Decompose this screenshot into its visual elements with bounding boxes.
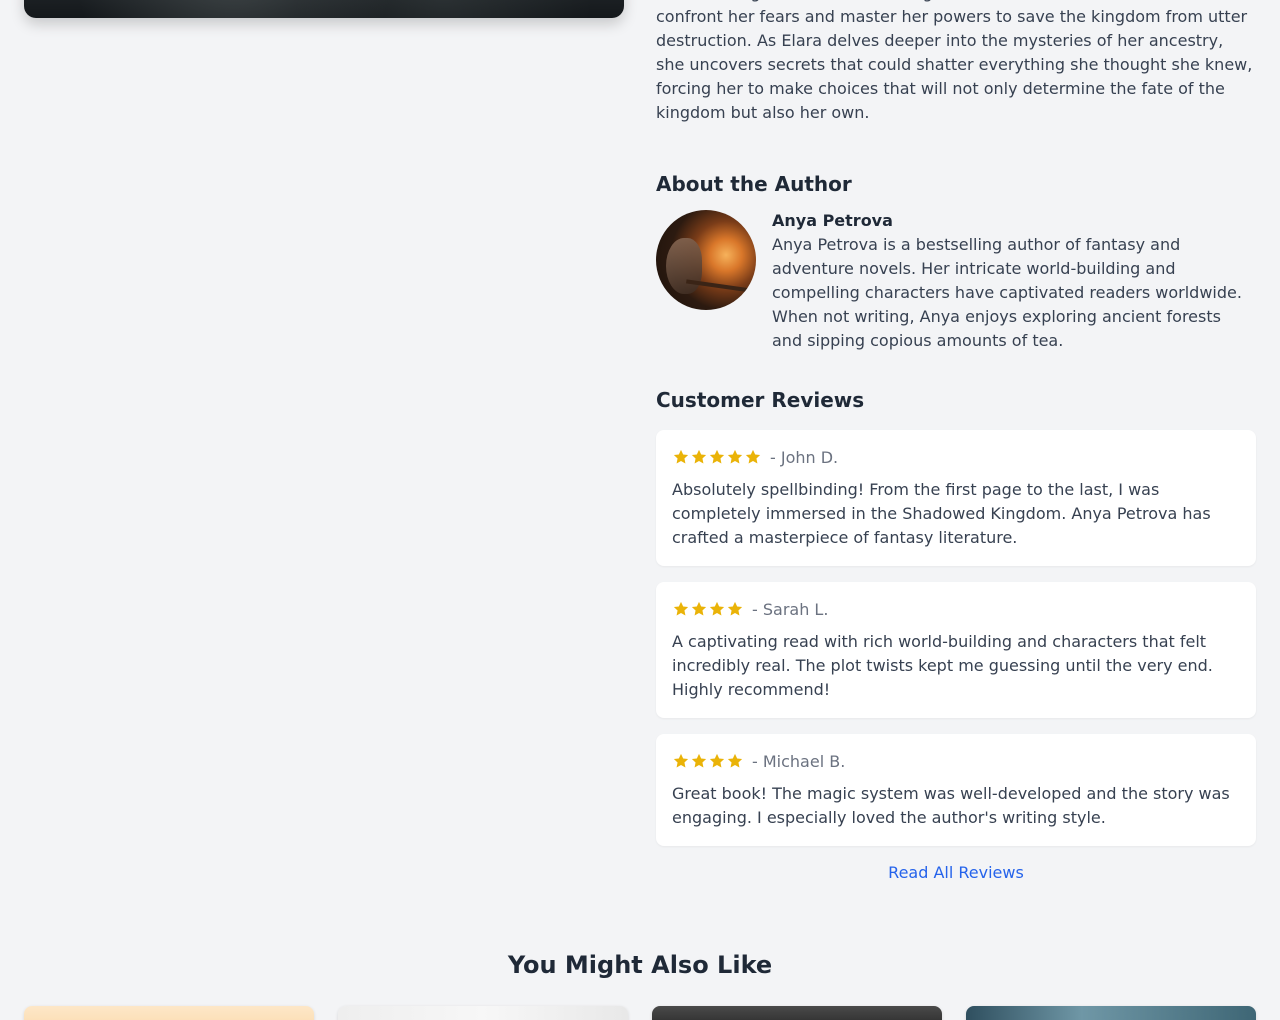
suggested-book-card[interactable] bbox=[966, 1006, 1256, 1020]
suggested-book-card[interactable] bbox=[652, 1006, 942, 1020]
author-name: Anya Petrova bbox=[772, 211, 893, 230]
suggested-book-card[interactable] bbox=[338, 1006, 628, 1020]
read-all-reviews-link[interactable]: Read All Reviews bbox=[656, 861, 1256, 885]
about-author-heading: About the Author bbox=[656, 172, 852, 196]
review-text: Absolutely spellbinding! From the first … bbox=[672, 480, 1211, 547]
star-icon bbox=[727, 753, 743, 768]
star-icon bbox=[727, 601, 743, 616]
star-icon bbox=[709, 753, 725, 768]
star-icon bbox=[691, 601, 707, 616]
star-rating bbox=[672, 600, 744, 618]
reviewer-name: - Sarah L. bbox=[752, 599, 829, 619]
star-icon bbox=[673, 753, 689, 768]
star-rating bbox=[672, 752, 744, 770]
review-text: Great book! The magic system was well-de… bbox=[672, 784, 1230, 827]
star-icon bbox=[709, 601, 725, 616]
review-card: - Michael B. Great book! The magic syste… bbox=[656, 734, 1256, 846]
star-icon bbox=[691, 449, 707, 464]
review-text: A captivating read with rich world-build… bbox=[672, 632, 1213, 699]
you-might-also-like-heading: You Might Also Like bbox=[507, 951, 773, 979]
star-icon bbox=[673, 601, 689, 616]
author-bio: Anya Petrova is a bestselling author of … bbox=[772, 235, 1242, 350]
book-description: – a stoic knight, a mischievous rogue, a… bbox=[656, 0, 1253, 122]
reviewer-name: - John D. bbox=[770, 447, 839, 467]
star-icon bbox=[745, 449, 761, 464]
review-card: - Sarah L. A captivating read with rich … bbox=[656, 582, 1256, 718]
author-avatar bbox=[656, 210, 756, 310]
suggested-book-card[interactable] bbox=[24, 1006, 314, 1020]
star-icon bbox=[673, 449, 689, 464]
reviewer-name: - Michael B. bbox=[752, 751, 846, 771]
review-card: - John D. Absolutely spellbinding! From … bbox=[656, 430, 1256, 566]
customer-reviews-heading: Customer Reviews bbox=[656, 388, 865, 412]
star-rating bbox=[672, 448, 762, 466]
star-icon bbox=[709, 449, 725, 464]
book-cover-image bbox=[24, 0, 624, 18]
star-icon bbox=[691, 753, 707, 768]
star-icon bbox=[727, 449, 743, 464]
